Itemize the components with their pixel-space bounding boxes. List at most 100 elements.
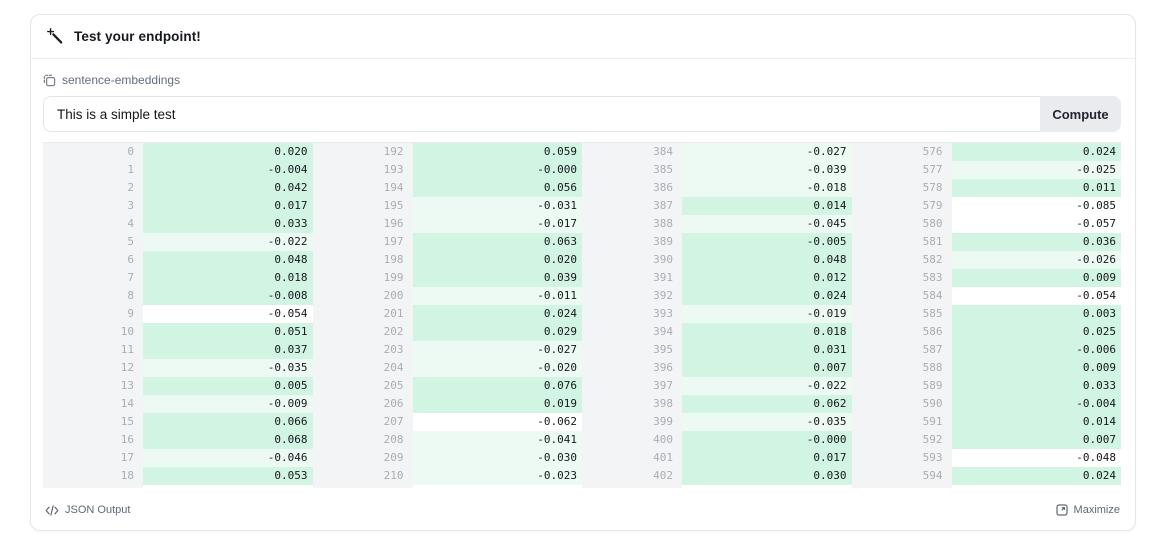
index-cell: 397: [582, 377, 682, 395]
index-cell: 398: [582, 395, 682, 413]
value-cell: 0.042: [143, 179, 313, 197]
index-cell: 197: [313, 233, 413, 251]
value-cell: 0.037: [143, 341, 313, 359]
value-cell: -0.000: [413, 161, 583, 179]
value-cell: -0.005: [682, 233, 852, 251]
index-cell: 583: [852, 269, 952, 287]
index-cell: 209: [313, 449, 413, 467]
json-output-label: JSON Output: [65, 504, 130, 516]
index-cell: 200: [313, 287, 413, 305]
value-cell: -0.018: [682, 179, 852, 197]
value-cell: 0.011: [952, 179, 1122, 197]
value-cell: 0.033: [143, 215, 313, 233]
value-cell: -0.009: [143, 395, 313, 413]
value-cell: 0.029: [413, 323, 583, 341]
value-cell: 0.068: [143, 431, 313, 449]
value-cell: 0.009: [952, 269, 1122, 287]
value-cell: 0.039: [413, 269, 583, 287]
value-cell: 0.007: [952, 431, 1122, 449]
value-cell: 0.031: [682, 341, 852, 359]
value-cell: 0.030: [682, 467, 852, 485]
index-cell: 202: [313, 323, 413, 341]
value-cell: -0.041: [413, 431, 583, 449]
index-cell: 203: [313, 341, 413, 359]
task-label-row: sentence-embeddings: [43, 69, 1121, 91]
index-cell: 576: [852, 143, 952, 161]
index-cell: 17: [43, 449, 143, 467]
table-group: 3843853863873883893903913923933943953963…: [582, 143, 852, 488]
value-cell: -0.004: [143, 161, 313, 179]
index-cell: 3: [43, 197, 143, 215]
value-cell: -0.027: [413, 341, 583, 359]
index-cell: 207: [313, 413, 413, 431]
card-footer: JSON Output Maximize: [31, 488, 1135, 531]
value-cell: -0.031: [413, 197, 583, 215]
test-text-input[interactable]: [43, 96, 1040, 132]
value-cell: -0.022: [143, 233, 313, 251]
json-output-button[interactable]: JSON Output: [45, 504, 130, 516]
value-cell: 0.024: [952, 467, 1122, 485]
index-cell: 8: [43, 287, 143, 305]
index-cell: 2: [43, 179, 143, 197]
index-cell: 391: [582, 269, 682, 287]
maximize-button[interactable]: Maximize: [1056, 504, 1120, 516]
embeddings-table[interactable]: 01234567891011121314151617180.020-0.0040…: [43, 142, 1121, 488]
value-cell: -0.054: [952, 287, 1122, 305]
index-cell: 588: [852, 359, 952, 377]
value-cell: 0.017: [682, 449, 852, 467]
index-cell: 192: [313, 143, 413, 161]
index-cell: 584: [852, 287, 952, 305]
endpoint-test-card: Test your endpoint! sentence-embeddings …: [30, 14, 1136, 531]
index-cell: 594: [852, 467, 952, 485]
card-header: Test your endpoint!: [31, 15, 1135, 59]
value-cell: -0.046: [143, 449, 313, 467]
value-cell: 0.066: [143, 413, 313, 431]
task-copy-icon: [43, 74, 56, 87]
index-cell: 199: [313, 269, 413, 287]
index-cell: 204: [313, 359, 413, 377]
index-cell: 581: [852, 233, 952, 251]
index-cell: 590: [852, 395, 952, 413]
value-cell: 0.017: [143, 197, 313, 215]
index-cell: 193: [313, 161, 413, 179]
value-cell: -0.006: [952, 341, 1122, 359]
value-cell: 0.051: [143, 323, 313, 341]
index-cell: 16: [43, 431, 143, 449]
index-cell: 208: [313, 431, 413, 449]
index-cell: 393: [582, 305, 682, 323]
value-cell: -0.057: [952, 215, 1122, 233]
index-cell: 586: [852, 323, 952, 341]
value-cell: 0.048: [682, 251, 852, 269]
index-cell: 591: [852, 413, 952, 431]
index-cell: 206: [313, 395, 413, 413]
compute-button[interactable]: Compute: [1040, 96, 1121, 132]
value-cell: 0.024: [682, 287, 852, 305]
card-title: Test your endpoint!: [74, 29, 201, 44]
value-cell: -0.045: [682, 215, 852, 233]
value-cell: -0.062: [413, 413, 583, 431]
table-group: 01234567891011121314151617180.020-0.0040…: [43, 143, 313, 488]
index-cell: 585: [852, 305, 952, 323]
index-cell: 198: [313, 251, 413, 269]
index-cell: 587: [852, 341, 952, 359]
index-cell: 402: [582, 467, 682, 485]
index-cell: 386: [582, 179, 682, 197]
index-cell: 395: [582, 341, 682, 359]
value-cell: 0.020: [413, 251, 583, 269]
index-cell: 10: [43, 323, 143, 341]
index-cell: 201: [313, 305, 413, 323]
value-cell: 0.007: [682, 359, 852, 377]
value-cell: -0.026: [952, 251, 1122, 269]
value-cell: 0.062: [682, 395, 852, 413]
index-cell: 392: [582, 287, 682, 305]
index-cell: 579: [852, 197, 952, 215]
index-cell: 4: [43, 215, 143, 233]
value-cell: -0.011: [413, 287, 583, 305]
value-cell: 0.033: [952, 377, 1122, 395]
value-cell: -0.085: [952, 197, 1122, 215]
index-cell: 15: [43, 413, 143, 431]
value-cell: -0.054: [143, 305, 313, 323]
index-cell: 9: [43, 305, 143, 323]
index-cell: 14: [43, 395, 143, 413]
value-cell: -0.035: [682, 413, 852, 431]
